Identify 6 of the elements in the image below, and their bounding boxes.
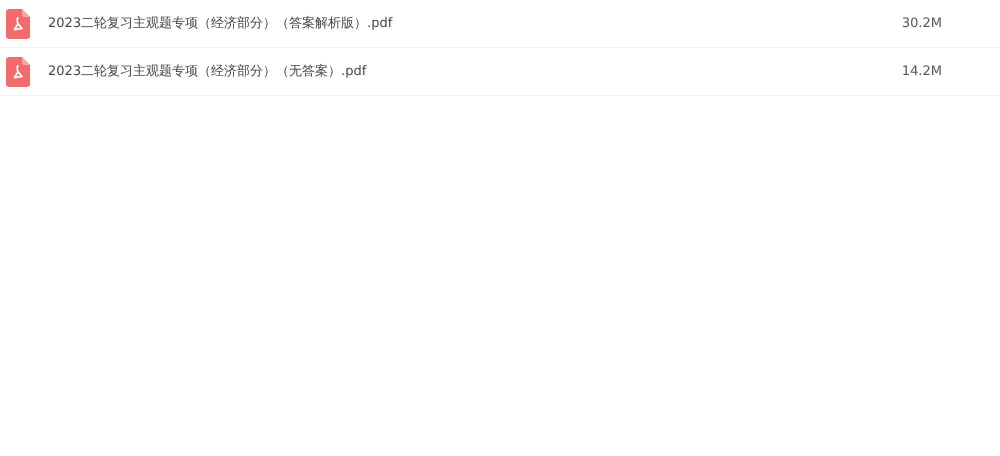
file-size: 14.2M <box>902 62 942 81</box>
pdf-file-icon <box>6 8 30 38</box>
file-size: 30.2M <box>902 14 942 33</box>
pdf-file-icon <box>6 56 30 86</box>
file-name[interactable]: 2023二轮复习主观题专项（经济部分）（答案解析版）.pdf <box>48 14 392 34</box>
file-name[interactable]: 2023二轮复习主观题专项（经济部分）（无答案）.pdf <box>48 62 366 82</box>
